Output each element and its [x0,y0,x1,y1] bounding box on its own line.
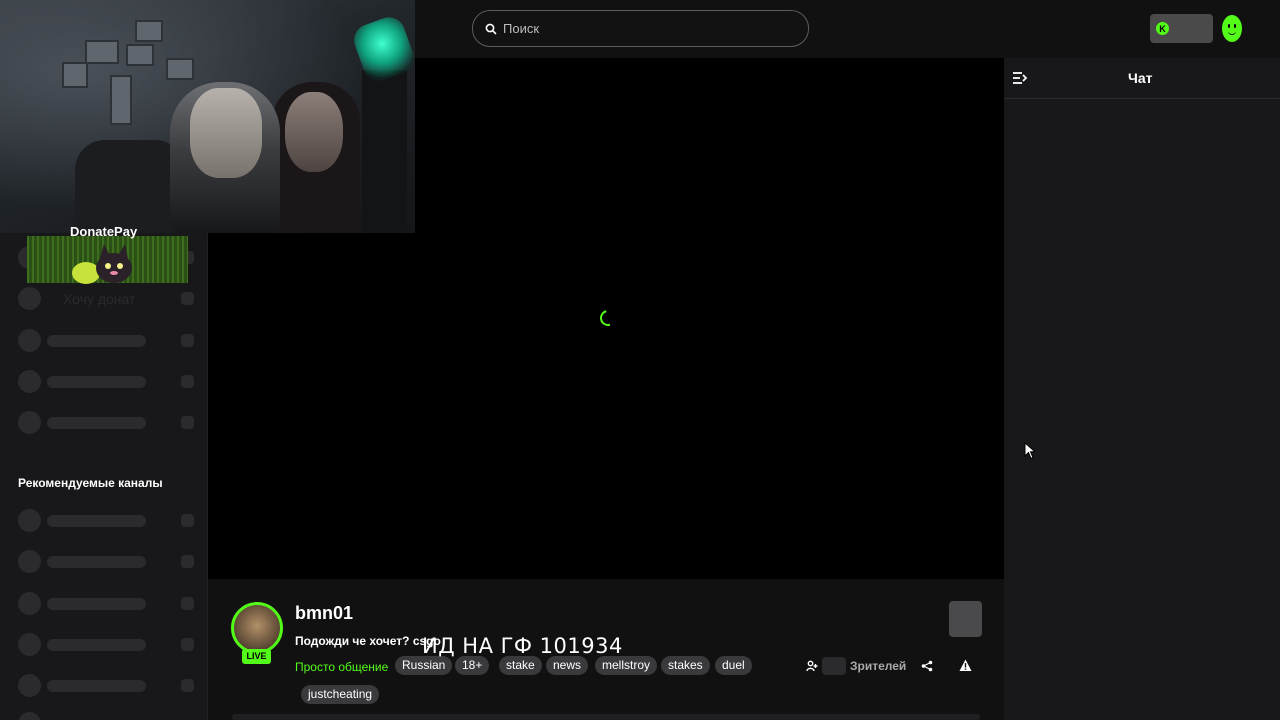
sidebar-channel-skeleton[interactable] [18,633,196,657]
bottom-scroll-area [232,714,980,720]
stream-overlay-text: ИД НА ГФ 101934 [422,634,623,658]
loading-spinner-icon [597,307,619,329]
sidebar-channel-skeleton[interactable] [18,370,196,394]
chat-title: Чат [1128,70,1153,86]
sidebar-channel-skeleton[interactable] [18,592,196,616]
sidebar-channel-skeleton[interactable] [18,509,196,533]
wall-frame [110,75,132,125]
avatar-mouth [1228,31,1236,35]
channel-avatar[interactable] [231,602,283,654]
wall-frame [166,58,194,80]
channel-name[interactable]: bmn01 [295,603,353,624]
search-bar[interactable] [472,10,809,47]
avatar-eye-left [1228,24,1230,28]
tag-chip[interactable]: mellstroy [595,656,658,675]
wall-frame [85,40,119,64]
avatar-eye-right [1234,24,1236,28]
tag-chip[interactable]: justcheating [301,685,380,704]
webcam-person [190,88,262,178]
tag-chip[interactable]: Russian [395,656,453,675]
stream-category-link[interactable]: Просто общение [295,660,388,674]
viewers-label: Зрителей [850,659,907,673]
user-avatar[interactable] [1222,15,1242,42]
chat-header: Чат [1004,58,1280,99]
cat-mascot-icon [72,244,132,284]
tag-chip[interactable]: duel [715,656,752,675]
mouse-cursor-icon [1024,442,1036,460]
report-warning-icon[interactable] [959,659,972,672]
viewers-count-skeleton [822,657,846,675]
sidebar-channel-skeleton[interactable] [18,674,196,698]
search-icon [485,23,497,34]
follow-button[interactable] [949,601,982,637]
webcam-person [285,92,343,172]
webcam-overlay [0,0,415,233]
tag-chip[interactable]: stakes [661,656,710,675]
webcam-chair [75,140,185,233]
stream-title: Подожди че хочет? csgo [295,634,441,648]
chat-panel: Чат [1004,58,1280,720]
balance-button[interactable]: K [1150,14,1213,43]
sidebar-channel-skeleton[interactable] [18,411,196,435]
viewers-icon [806,660,818,672]
sidebar-channel-skeleton[interactable] [18,712,196,720]
live-badge: LIVE [242,649,271,664]
donate-widget-text: Хочу донат [63,291,136,307]
kick-coin-icon: K [1156,22,1169,35]
tag-chip[interactable]: 18+ [455,656,490,675]
donate-widget-title: DonatePay [70,224,138,239]
wall-frame [135,20,163,42]
tag-chip[interactable]: news [546,656,589,675]
tag-chip[interactable]: stake [499,656,542,675]
wall-frame [62,62,88,88]
collapse-chat-icon[interactable] [1012,70,1028,86]
sidebar-channel-skeleton[interactable] [18,550,196,574]
page: K Рекомендуемые каналы [0,0,1280,720]
share-icon[interactable] [921,660,933,672]
recommended-channels-title: Рекомендуемые каналы [18,476,163,490]
sidebar-channel-skeleton[interactable] [18,329,196,353]
webcam-mic [362,70,407,233]
wall-frame [126,44,154,66]
search-input[interactable] [503,21,783,36]
